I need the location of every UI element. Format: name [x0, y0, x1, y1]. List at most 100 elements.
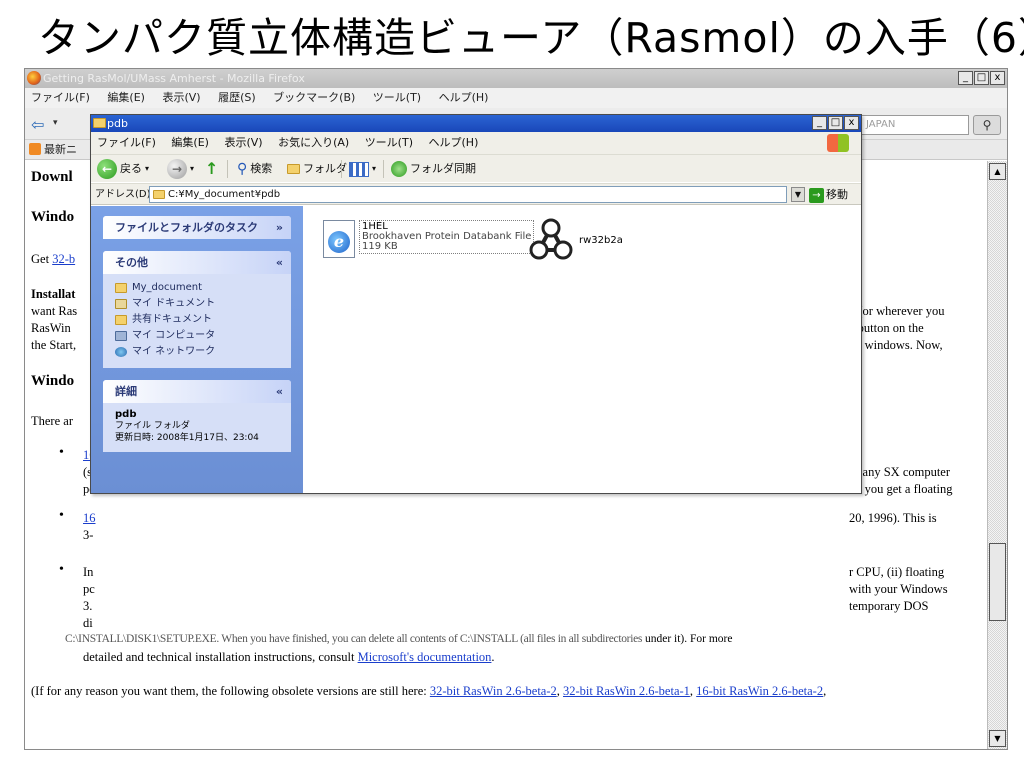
raswin-16-beta2-link[interactable]: 16-bit RasWin 2.6-beta-2 [696, 684, 823, 698]
minimize-button[interactable]: _ [958, 71, 973, 85]
collapse-chevron-icon[interactable]: « [276, 251, 283, 274]
raswin-32-beta1-link[interactable]: 32-bit RasWin 2.6-beta-1 [563, 684, 690, 698]
back-icon: ← [97, 159, 117, 179]
ex-menu-favorites[interactable]: お気に入り(A) [278, 136, 349, 149]
explorer-maximize-button[interactable]: □ [828, 116, 843, 130]
ex-menu-file[interactable]: ファイル(F) [97, 136, 156, 149]
go-button[interactable]: → 移動 [809, 184, 848, 206]
menu-edit[interactable]: 編集(E) [107, 91, 145, 104]
ex-menu-edit[interactable]: 編集(E) [171, 136, 209, 149]
menu-view[interactable]: 表示(V) [162, 91, 200, 104]
ex-menu-view[interactable]: 表示(V) [224, 136, 262, 149]
close-button[interactable]: x [990, 71, 1005, 85]
obsolete-versions-line: (If for any reason you want them, the fo… [31, 684, 827, 698]
bullet1-right-1: or any SX computer [849, 465, 951, 479]
other-item-my-computer[interactable]: マイ コンピュータ [115, 328, 279, 344]
shared-folder-icon [115, 315, 127, 325]
bullet2-link[interactable]: 16 [83, 510, 96, 527]
task-pane: ファイルとフォルダのタスク » その他 « My_document マイ ドキュ… [91, 206, 303, 493]
bullet3-last-line: detailed and technical installation inst… [83, 650, 495, 664]
windows-flag-icon [827, 134, 849, 152]
menu-bookmarks[interactable]: ブックマーク(B) [273, 91, 355, 104]
menu-file[interactable]: ファイル(F) [31, 91, 90, 104]
folder-sync-button[interactable]: フォルダ同期 [391, 155, 476, 183]
forward-icon: → [167, 159, 187, 179]
rasmol-molecule-icon [529, 218, 573, 260]
other-item-my-document[interactable]: My_document [115, 280, 279, 296]
bullet3-right-2: with your Windows [849, 582, 948, 596]
search-input[interactable]: JAPAN [861, 115, 969, 135]
back-dropdown-icon[interactable]: ▾ [53, 118, 58, 128]
up-folder-icon: ↑ [205, 159, 219, 178]
rss-feed-icon [29, 143, 41, 155]
browser-titlebar[interactable]: Getting RasMol/UMass Amherst - Mozilla F… [25, 69, 1007, 88]
other-item-shared-documents[interactable]: 共有ドキュメント [115, 312, 279, 328]
scroll-down-button[interactable]: ▼ [989, 730, 1006, 747]
bookmark-latest-news[interactable]: 最新ニ [44, 143, 77, 156]
address-folder-icon [153, 190, 165, 199]
scroll-up-button[interactable]: ▲ [989, 163, 1006, 180]
file-folder-tasks-header[interactable]: ファイルとフォルダのタスク » [103, 216, 291, 239]
up-folder-button[interactable]: ↑ [205, 155, 218, 183]
search-button[interactable]: ⚲ 検索 [237, 155, 272, 183]
ex-menu-tools[interactable]: ツール(T) [365, 136, 413, 149]
raswin-32-beta2-link[interactable]: 32-bit RasWin 2.6-beta-2 [430, 684, 557, 698]
menu-history[interactable]: 履歴(S) [218, 91, 256, 104]
file-size: 119 KB [362, 241, 398, 252]
bullet-icon: • [59, 445, 64, 460]
bullet3-line-1: In [83, 565, 94, 579]
file-item-rw32b2a[interactable]: rw32b2a [529, 218, 623, 262]
folders-button[interactable]: フォルダ [287, 155, 347, 183]
explorer-titlebar[interactable]: pdb _ □ x [91, 115, 861, 132]
forward-button[interactable]: → ▾ [167, 155, 194, 183]
ie-document-icon: e [323, 220, 355, 258]
views-button[interactable]: ▾ [349, 155, 376, 183]
address-label: アドレス(D) [95, 189, 151, 200]
views-dropdown-icon: ▾ [372, 164, 377, 173]
details-header[interactable]: 詳細 « [103, 380, 291, 403]
address-input[interactable]: C:¥My_document¥pdb [149, 186, 787, 203]
bullet2-right: 20, 1996). This is [849, 511, 937, 525]
detail-name: pdb [115, 409, 137, 420]
explorer-toolbar: ← 戻る ▾ → ▾ ↑ ⚲ 検索 フォルダ ▾ フォルダ同期 [91, 154, 861, 182]
expand-chevron-icon[interactable]: » [276, 216, 283, 239]
ex-menu-help[interactable]: ヘルプ(H) [429, 136, 479, 149]
other-item-my-network[interactable]: マイ ネットワーク [115, 344, 279, 360]
menu-tools[interactable]: ツール(T) [373, 91, 421, 104]
bullet1-right-2: nd you get a floating [849, 482, 953, 496]
page-scrollbar[interactable]: ▲ ▼ [987, 161, 1007, 749]
explorer-title: pdb [107, 117, 128, 130]
back-arrow-icon[interactable]: ⇦ [31, 115, 44, 134]
file-item-1hel[interactable]: e 1HEL Brookhaven Protein Databank File … [323, 220, 535, 258]
file-info: 1HEL Brookhaven Protein Databank File 11… [359, 220, 535, 254]
back-button[interactable]: ← 戻る ▾ [97, 155, 149, 183]
explorer-close-button[interactable]: x [844, 116, 859, 130]
file-list: e 1HEL Brookhaven Protein Databank File … [303, 206, 861, 493]
search-icon[interactable]: ⚲ [973, 115, 1001, 135]
sync-icon [391, 161, 407, 177]
microsoft-docs-link[interactable]: Microsoft's documentation [358, 650, 492, 664]
windows-heading: Windo [31, 209, 75, 225]
toolbar-separator [341, 160, 342, 178]
install-line-4: the Start, [31, 338, 77, 352]
explorer-minimize-button[interactable]: _ [812, 116, 827, 130]
bullet-icon: • [59, 562, 64, 577]
network-icon [115, 347, 127, 357]
other-places-header[interactable]: その他 « [103, 251, 291, 274]
install-line-2: want Ras [31, 304, 78, 318]
other-places-panel: その他 « My_document マイ ドキュメント 共有ドキュメント マイ … [103, 251, 291, 368]
explorer-window: pdb _ □ x ファイル(F) 編集(E) 表示(V) お気に入り(A) ツ… [90, 114, 862, 494]
download-32bit-link[interactable]: 32-b [52, 252, 75, 266]
computer-icon [115, 331, 127, 341]
go-arrow-icon: → [809, 187, 824, 203]
folder-icon [115, 283, 127, 293]
download-heading: Downl [31, 169, 73, 185]
folders-icon [287, 164, 300, 174]
address-dropdown-button[interactable]: ▼ [791, 187, 805, 202]
scroll-thumb[interactable] [989, 543, 1006, 621]
detail-type: ファイル フォルダ [115, 421, 190, 431]
menu-help[interactable]: ヘルプ(H) [439, 91, 489, 104]
other-item-my-documents[interactable]: マイ ドキュメント [115, 296, 279, 312]
maximize-button[interactable]: □ [974, 71, 989, 85]
collapse-chevron-icon[interactable]: « [276, 380, 283, 403]
